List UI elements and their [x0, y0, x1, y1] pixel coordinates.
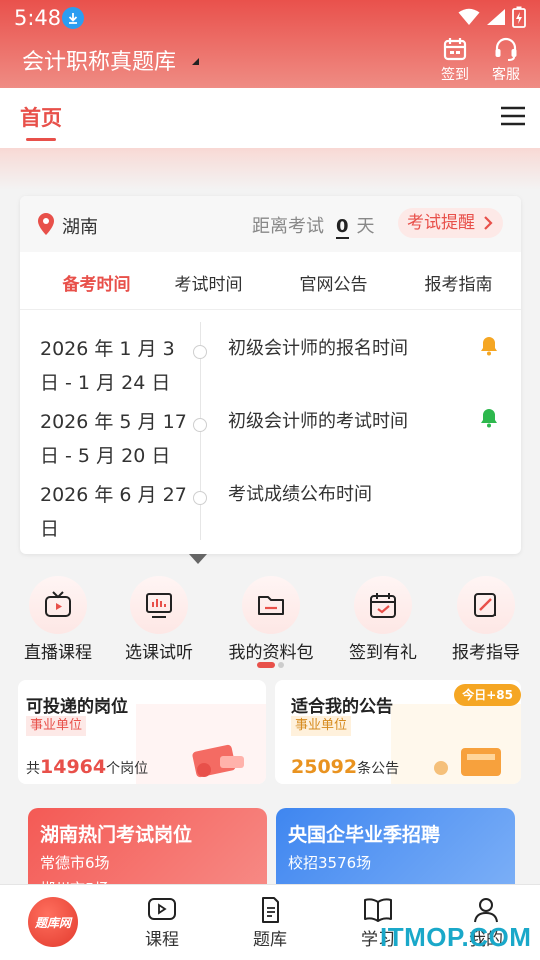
folder-icon [258, 596, 284, 615]
quick-live-course[interactable]: 直播课程 [2, 576, 114, 663]
exam-schedule-card: 湖南 距离考试 0 天 考试提醒 备考时间 考试时间 官网公告 报考指南 2026 … [20, 196, 521, 554]
notices-count: 25092 [291, 756, 358, 778]
nav-label: 题库 [253, 930, 287, 950]
jobs-count: 14964 [40, 756, 107, 778]
signal-icon [487, 9, 505, 25]
jobs-tag: 事业单位 [26, 716, 87, 736]
jobs-title: 可投递的岗位 [26, 697, 128, 717]
carousel-pager [257, 662, 284, 668]
timeline-event: 初级会计师的报名时间 [228, 338, 408, 359]
live-tv-icon [45, 591, 71, 617]
timeline-event: 考试成绩公布时间 [228, 484, 372, 505]
jobs-card[interactable]: 可投递的岗位 事业单位 共14964个岗位 [18, 680, 266, 784]
promo-title: 湖南热门考试岗位 [40, 824, 193, 846]
quick-exam-guide[interactable]: 报考指导 [430, 576, 540, 663]
chevron-right-icon [484, 216, 493, 230]
bell-icon[interactable] [480, 408, 498, 428]
reminder-label: 考试提醒 [407, 213, 475, 233]
jobs-prefix: 共 [26, 761, 40, 777]
book-icon [364, 898, 392, 922]
document-icon [262, 897, 279, 923]
notices-title: 适合我的公告 [291, 697, 393, 717]
quick-label: 签到有礼 [349, 643, 417, 663]
collapse-arrow-icon[interactable] [189, 554, 207, 564]
countdown-unit: 天 [356, 216, 375, 237]
calendar-icon [443, 38, 467, 61]
watermark: ITMOP.COM [380, 922, 532, 952]
subtab-exam-time[interactable]: 考试时间 [146, 270, 271, 295]
timeline-date: 2026 年 5 月 17 日 - 5 月 20 日 [40, 411, 187, 467]
calendar-check-icon [370, 593, 396, 618]
timeline-dot [193, 418, 207, 432]
notices-count-line: 25092条公告 [291, 756, 399, 778]
timeline-date: 2026 年 6 月 27 日 [40, 484, 187, 540]
exam-reminder-button[interactable]: 考试提醒 [398, 208, 503, 238]
quick-my-materials[interactable]: 我的资料包 [215, 576, 327, 663]
support-label: 客服 [492, 67, 520, 83]
timeline-date: 2026 年 1 月 3 日 - 1 月 24 日 [40, 338, 175, 394]
jobs-illustration [136, 704, 266, 784]
quick-label: 报考指导 [452, 643, 520, 663]
checkin-label: 签到 [441, 67, 469, 83]
timeline-event: 初级会计师的考试时间 [228, 411, 408, 432]
schedule-timeline: 2026 年 1 月 3 日 - 1 月 24 日 初级会计师的报名时间 202… [20, 310, 521, 554]
today-badge: 今日+85 [454, 684, 521, 706]
subtab-prep-time[interactable]: 备考时间 [34, 270, 159, 295]
promo-title: 央国企毕业季招聘 [288, 824, 441, 846]
quick-course-trial[interactable]: 选课试听 [103, 576, 215, 663]
checkin-button[interactable]: 签到 [433, 36, 477, 84]
nav-course[interactable]: 课程 [108, 897, 216, 950]
support-button[interactable]: 客服 [484, 36, 528, 84]
bell-icon[interactable] [480, 336, 498, 356]
nav-label: 课程 [145, 930, 179, 950]
notices-illustration [391, 704, 521, 784]
menu-icon[interactable] [500, 106, 526, 126]
quick-links: 直播课程 选课试听 我的资料包 签到有礼 报考指导 [0, 576, 540, 666]
schedule-subtabs: 备考时间 考试时间 官网公告 报考指南 [20, 252, 521, 310]
notices-card[interactable]: 今日+85 适合我的公告 事业单位 25092条公告 [275, 680, 521, 784]
quick-label: 选课试听 [125, 643, 193, 663]
region-selector[interactable]: 湖南 [62, 213, 98, 239]
subtab-official-notice[interactable]: 官网公告 [271, 270, 396, 295]
location-pin-icon [38, 213, 54, 235]
user-icon [474, 898, 498, 923]
countdown-label: 距离考试 [252, 216, 324, 237]
status-bar: 5:48 [0, 0, 540, 36]
tab-indicator [26, 138, 56, 141]
timeline-dot [193, 345, 207, 359]
notices-tag: 事业单位 [291, 716, 352, 736]
exam-card-header: 湖南 距离考试 0 天 考试提醒 [20, 196, 521, 252]
promo-line: 常德市6场 [40, 854, 110, 872]
title-dropdown-icon[interactable] [192, 58, 199, 65]
quick-checkin-gift[interactable]: 签到有礼 [327, 576, 439, 663]
status-time: 5:48 [14, 6, 62, 30]
tab-home[interactable]: 首页 [20, 102, 62, 132]
exam-countdown: 距离考试 0 天 [252, 212, 375, 239]
top-tab-bar: 首页 [0, 88, 540, 148]
jobs-suffix: 个岗位 [106, 761, 149, 777]
quick-label: 我的资料包 [228, 643, 314, 663]
subtab-guide[interactable]: 报考指南 [396, 270, 521, 295]
app-title[interactable]: 会计职称真题库 [22, 44, 176, 76]
quick-label: 直播课程 [24, 643, 92, 663]
download-icon [62, 7, 84, 29]
course-chart-icon [146, 593, 172, 618]
notices-suffix: 条公告 [357, 761, 400, 777]
nav-question-bank[interactable]: 题库 [216, 897, 324, 950]
promo-line: 校招3576场 [288, 854, 372, 872]
headset-icon [495, 37, 517, 61]
battery-icon [512, 6, 526, 28]
play-icon [148, 898, 176, 920]
app-header: 会计职称真题库 签到 客服 [0, 36, 540, 88]
home-logo-button[interactable]: 题库网 [28, 897, 78, 947]
wifi-icon [458, 8, 480, 25]
countdown-days: 0 [336, 216, 349, 239]
jobs-count-line: 共14964个岗位 [26, 756, 148, 778]
guide-edit-icon [474, 593, 496, 617]
timeline-dot [193, 491, 207, 505]
